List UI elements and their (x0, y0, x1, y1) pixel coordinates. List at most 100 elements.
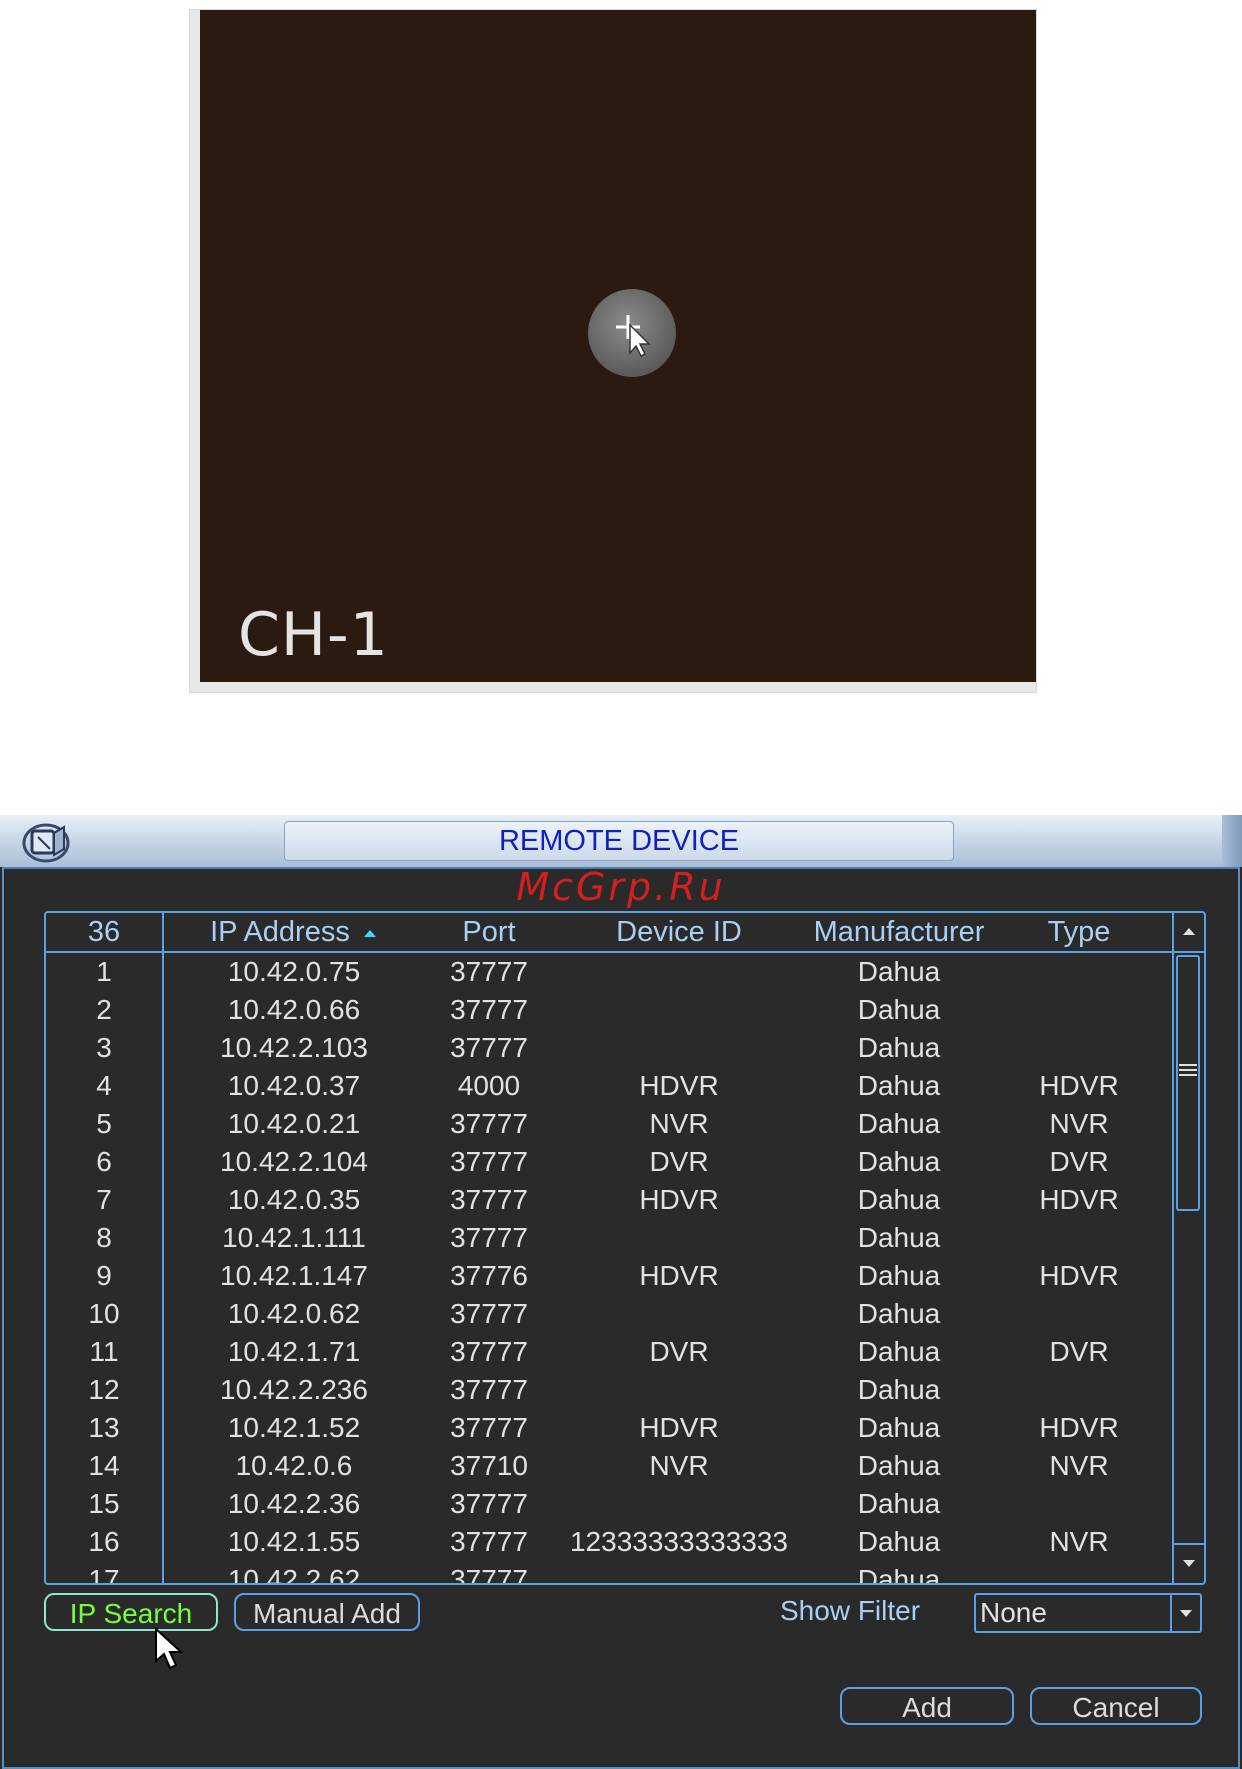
cell-device-id: HDVR (639, 1070, 719, 1101)
cell-manufacturer: Dahua (857, 1298, 941, 1329)
cell-ip-address: 10.42.1.52 (227, 1412, 361, 1443)
cell-ip-address: 10.42.1.55 (227, 1526, 361, 1557)
cell-ip-address: 10.42.0.21 (227, 1108, 361, 1139)
cell-manufacturer: Dahua (857, 1488, 941, 1519)
cell-device-id (554, 1295, 804, 1333)
table-row[interactable]: 16 10.42.1.55 37777 12333333333333 Dahua NVR (46, 1523, 1172, 1561)
table-row[interactable]: 15 10.42.2.36 37777 Dahua (46, 1485, 1172, 1523)
scroll-down-icon (1183, 1560, 1195, 1567)
cell-port: 37777 (450, 1526, 528, 1557)
cell-device-id: DVR (649, 1336, 709, 1367)
cell-ip-address: 10.42.2.236 (220, 1374, 368, 1405)
table-row[interactable]: 5 10.42.0.21 37777 NVR Dahua NVR (46, 1105, 1172, 1143)
cell-device-id: HDVR (639, 1260, 719, 1291)
cell-manufacturer: Dahua (857, 1108, 941, 1139)
scroll-up-icon (1183, 928, 1195, 935)
header-count[interactable]: 36 (46, 913, 162, 951)
cell-ip-address: 10.42.2.104 (220, 1146, 368, 1177)
header-type[interactable]: Type (994, 913, 1164, 951)
table-row[interactable]: 9 10.42.1.147 37776 HDVR Dahua HDVR (46, 1257, 1172, 1295)
table-body: 1 10.42.0.75 37777 Dahua 2 10.42.0.66 37777 Dah… (46, 953, 1172, 1583)
scroll-down-button[interactable] (1174, 1543, 1204, 1583)
cancel-button[interactable]: Cancel (1030, 1687, 1202, 1725)
scroll-up-button[interactable] (1174, 913, 1204, 953)
table-row[interactable]: 12 10.42.2.236 37777 Dahua (46, 1371, 1172, 1409)
header-manufacturer[interactable]: Manufacturer (804, 913, 994, 951)
scrollbar[interactable] (1172, 913, 1204, 1583)
cell-manufacturer: Dahua (857, 1184, 941, 1215)
cell-port: 37777 (450, 994, 528, 1025)
table-row[interactable]: 8 10.42.1.111 37777 Dahua (46, 1219, 1172, 1257)
ip-search-button[interactable]: IP Search (44, 1593, 218, 1631)
cell-port: 37777 (450, 956, 528, 987)
cell-manufacturer: Dahua (857, 1450, 941, 1481)
cell-index: 5 (96, 1108, 112, 1139)
cell-port: 37777 (450, 1412, 528, 1443)
cell-type (994, 1295, 1164, 1333)
cell-port: 37777 (450, 1564, 528, 1583)
cell-device-id (554, 991, 804, 1029)
cell-index: 16 (88, 1526, 120, 1557)
mouse-pointer-icon (155, 1627, 184, 1670)
header-port[interactable]: Port (424, 913, 554, 951)
cell-manufacturer: Dahua (857, 1336, 941, 1367)
title-bar-edge (1222, 815, 1242, 867)
cell-ip-address: 10.42.2.62 (227, 1564, 361, 1583)
cell-type (994, 1561, 1164, 1583)
table-row[interactable]: 7 10.42.0.35 37777 HDVR Dahua HDVR (46, 1181, 1172, 1219)
table-row[interactable]: 11 10.42.1.71 37777 DVR Dahua DVR (46, 1333, 1172, 1371)
cell-port: 37777 (450, 1184, 528, 1215)
cell-ip-address: 10.42.0.35 (227, 1184, 361, 1215)
cell-port: 37777 (450, 1032, 528, 1063)
cell-type: DVR (1049, 1146, 1109, 1177)
cell-index: 14 (88, 1450, 120, 1481)
cell-device-id (554, 1219, 804, 1257)
cell-device-id: NVR (649, 1450, 709, 1481)
cell-type: HDVR (1039, 1070, 1119, 1101)
header-device-id[interactable]: Device ID (554, 913, 804, 951)
cell-ip-address: 10.42.2.36 (227, 1488, 361, 1519)
scroll-thumb[interactable] (1176, 955, 1200, 1211)
cell-type (994, 1029, 1164, 1067)
cell-port: 37777 (450, 1108, 528, 1139)
table-row[interactable]: 2 10.42.0.66 37777 Dahua (46, 991, 1172, 1029)
cell-manufacturer: Dahua (857, 1032, 941, 1063)
cell-type (994, 1485, 1164, 1523)
add-channel-button[interactable] (588, 289, 676, 377)
cell-port: 37776 (450, 1260, 528, 1291)
table-row[interactable]: 6 10.42.2.104 37777 DVR Dahua DVR (46, 1143, 1172, 1181)
cell-index: 4 (96, 1070, 112, 1101)
table-row[interactable]: 3 10.42.2.103 37777 Dahua (46, 1029, 1172, 1067)
table-row[interactable]: 4 10.42.0.37 4000 HDVR Dahua HDVR (46, 1067, 1172, 1105)
cell-device-id (554, 1485, 804, 1523)
filter-dropdown-button[interactable] (1170, 1595, 1200, 1631)
cell-manufacturer: Dahua (857, 1374, 941, 1405)
cell-device-id: HDVR (639, 1412, 719, 1443)
cell-type: HDVR (1039, 1184, 1119, 1215)
cell-manufacturer: Dahua (857, 994, 941, 1025)
table-row[interactable]: 10 10.42.0.62 37777 Dahua (46, 1295, 1172, 1333)
cell-port: 37710 (450, 1450, 528, 1481)
manual-add-button[interactable]: Manual Add (234, 1593, 420, 1631)
cell-device-id (554, 953, 804, 991)
table-row[interactable]: 17 10.42.2.62 37777 Dahua (46, 1561, 1172, 1583)
cell-ip-address: 10.42.1.147 (220, 1260, 368, 1291)
channel-video-area[interactable]: CH-1 (200, 10, 1036, 682)
table-row[interactable]: 1 10.42.0.75 37777 Dahua (46, 953, 1172, 991)
cell-index: 17 (88, 1564, 120, 1583)
filter-dropdown[interactable]: None (974, 1593, 1202, 1633)
cell-type (994, 1219, 1164, 1257)
show-filter-label: Show Filter (780, 1595, 921, 1626)
add-button[interactable]: Add (840, 1687, 1014, 1725)
header-ip-address[interactable]: IP Address (164, 913, 424, 951)
cell-port: 37777 (450, 1336, 528, 1367)
cell-index: 10 (88, 1298, 120, 1329)
cell-index: 7 (96, 1184, 112, 1215)
table-row[interactable]: 14 10.42.0.6 37710 NVR Dahua NVR (46, 1447, 1172, 1485)
cell-device-id: DVR (649, 1146, 709, 1177)
dialog-title: REMOTE DEVICE (284, 821, 954, 861)
table-row[interactable]: 13 10.42.1.52 37777 HDVR Dahua HDVR (46, 1409, 1172, 1447)
cell-manufacturer: Dahua (857, 1222, 941, 1253)
cell-manufacturer: Dahua (857, 1146, 941, 1177)
cell-index: 1 (96, 956, 112, 987)
